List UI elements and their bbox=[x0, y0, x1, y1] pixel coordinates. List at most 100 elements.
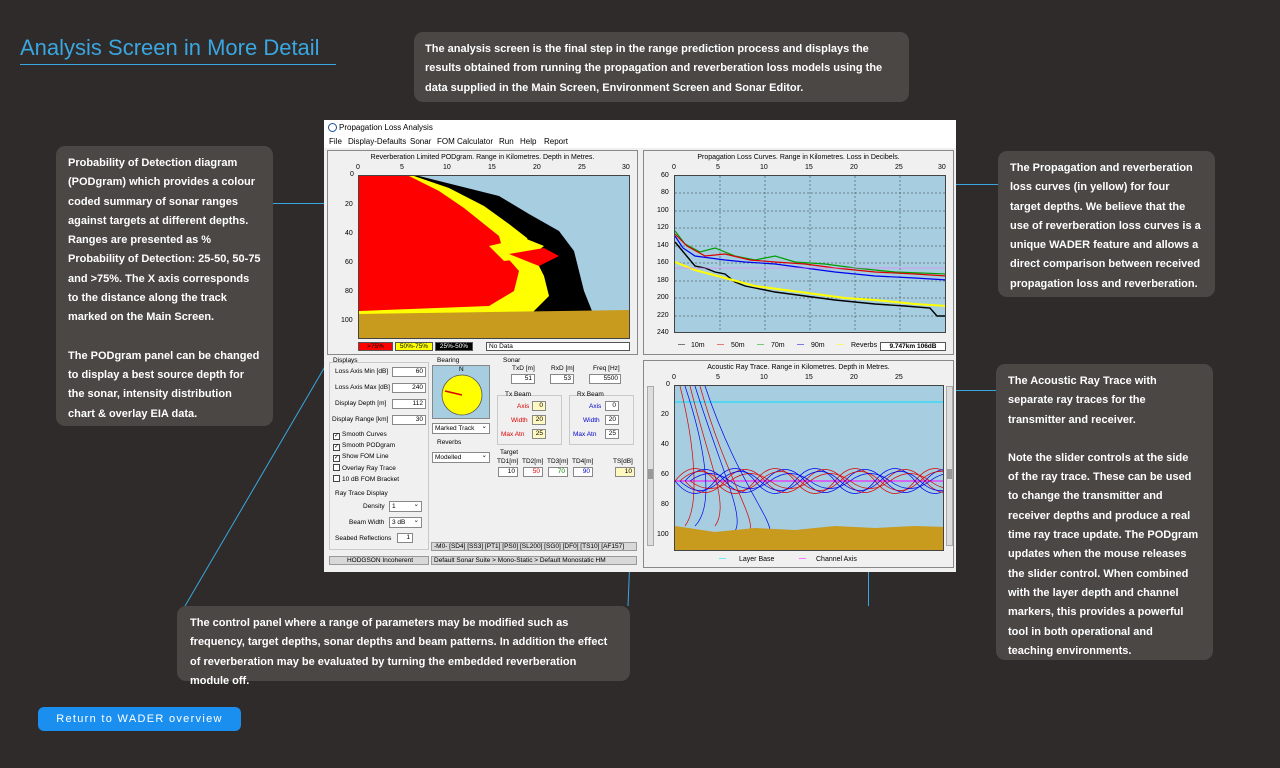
prop-y-tick: 180 bbox=[657, 277, 669, 284]
prop-legend-line-10m: — bbox=[678, 341, 685, 348]
smooth-podgram-checkbox[interactable]: ✓ Smooth PODgram bbox=[333, 442, 395, 451]
td2-field[interactable]: 50 bbox=[523, 467, 543, 477]
menu-display-defaults[interactable]: Display-Defaults bbox=[348, 137, 406, 146]
rx-width-field[interactable]: 20 bbox=[605, 415, 619, 425]
page-title: Analysis Screen in More Detail bbox=[20, 35, 336, 65]
tx-width-label: Width bbox=[511, 417, 528, 424]
tx-width-field[interactable]: 20 bbox=[532, 415, 546, 425]
freq-field[interactable]: 5500 bbox=[589, 374, 621, 384]
prop-y-tick: 100 bbox=[657, 207, 669, 214]
prop-y-tick: 160 bbox=[657, 259, 669, 266]
podgram-image bbox=[359, 176, 629, 338]
beam-width-select[interactable]: 3 dB bbox=[389, 516, 422, 528]
tx-maxatn-field[interactable]: 25 bbox=[532, 429, 546, 439]
loss-max-field[interactable]: 240 bbox=[392, 383, 426, 393]
control-panel: Displays Loss Axis Min [dB] 60 Loss Axis… bbox=[327, 357, 640, 569]
rx-depth-slider[interactable] bbox=[946, 386, 953, 546]
td1-field[interactable]: 10 bbox=[498, 467, 518, 477]
rxd-field[interactable]: 53 bbox=[550, 374, 574, 384]
td4-field[interactable]: 90 bbox=[573, 467, 593, 477]
status-model: HODGSON Incoherent bbox=[329, 556, 429, 565]
rx-axis-field[interactable]: 0 bbox=[605, 401, 619, 411]
rx-depth-slider-thumb[interactable] bbox=[947, 469, 952, 479]
show-fom-line-checkbox[interactable]: ✓ Show FOM Line bbox=[333, 453, 389, 462]
disp-range-field[interactable]: 30 bbox=[392, 415, 426, 425]
menu-help[interactable]: Help bbox=[520, 137, 536, 146]
raytrace-callout-text: The Acoustic Ray Trace with separate ray… bbox=[1008, 375, 1157, 426]
checkbox-checked-icon: ✓ bbox=[333, 433, 340, 440]
txd-field[interactable]: 51 bbox=[511, 374, 535, 384]
podgram-callout-text-2: The PODgram panel can be changed to disp… bbox=[68, 349, 260, 420]
overlay-ray-trace-label: Overlay Ray Trace bbox=[342, 465, 396, 472]
podgram-legend-yellow: 50%-75% bbox=[395, 342, 433, 351]
podgram-legend-red: >75% bbox=[358, 342, 393, 351]
podgram-callout-text: Probability of Detection diagram (PODgra… bbox=[68, 157, 261, 324]
propagation-panel: Propagation Loss Curves. Range in Kilome… bbox=[643, 150, 954, 355]
td2-label: TD2[m] bbox=[522, 458, 544, 465]
tx-depth-slider-thumb[interactable] bbox=[648, 469, 653, 479]
menu-sonar[interactable]: Sonar bbox=[410, 137, 431, 146]
overlay-ray-trace-checkbox[interactable]: Overlay Ray Trace bbox=[333, 464, 396, 472]
raytrace-image bbox=[675, 386, 943, 550]
compass-north-label: N bbox=[459, 366, 464, 373]
checkbox-unchecked-icon bbox=[333, 475, 340, 482]
podgram-y-tick: 80 bbox=[345, 288, 353, 295]
menu-fom-calculator[interactable]: FOM Calculator bbox=[437, 137, 493, 146]
podgram-plot[interactable] bbox=[358, 175, 630, 339]
podgram-y-tick: 60 bbox=[345, 259, 353, 266]
podgram-x-tick: 5 bbox=[400, 164, 404, 171]
prop-x-tick: 20 bbox=[850, 164, 858, 171]
window-titlebar: Propagation Loss Analysis bbox=[324, 120, 956, 135]
rx-maxatn-field[interactable]: 25 bbox=[605, 429, 619, 439]
seabed-reflections-field[interactable]: 1 bbox=[397, 533, 413, 543]
propagation-callout-text: The Propagation and reverberation loss c… bbox=[1010, 162, 1201, 290]
podgram-no-data: No Data bbox=[486, 342, 630, 351]
propagation-plot[interactable] bbox=[674, 175, 946, 333]
propagation-title: Propagation Loss Curves. Range in Kilome… bbox=[697, 154, 900, 161]
loss-min-field[interactable]: 60 bbox=[392, 367, 426, 377]
rx-maxatn-label: Max Atn bbox=[573, 431, 597, 438]
td3-field[interactable]: 70 bbox=[548, 467, 568, 477]
podgram-callout: Probability of Detection diagram (PODgra… bbox=[56, 146, 273, 426]
ts-field[interactable]: 10 bbox=[615, 467, 635, 477]
tx-depth-slider[interactable] bbox=[647, 386, 654, 546]
menu-file[interactable]: File bbox=[329, 137, 342, 146]
bearing-compass[interactable]: N bbox=[432, 365, 490, 419]
prop-legend-line-90m: — bbox=[797, 341, 804, 348]
menu-run[interactable]: Run bbox=[499, 137, 514, 146]
prop-x-tick: 10 bbox=[760, 164, 768, 171]
density-select[interactable]: 1 bbox=[389, 500, 422, 512]
disp-depth-field[interactable]: 112 bbox=[392, 399, 426, 409]
podgram-y-tick: 40 bbox=[345, 230, 353, 237]
ray-y-tick: 60 bbox=[661, 471, 669, 478]
reverbs-title: Reverbs bbox=[437, 439, 462, 446]
menu-report[interactable]: Report bbox=[544, 137, 568, 146]
podgram-title: Reverberation Limited PODgram. Range in … bbox=[370, 154, 595, 161]
podgram-x-tick: 0 bbox=[356, 164, 360, 171]
prop-legend-line-70m: — bbox=[757, 341, 764, 348]
ray-x-tick: 0 bbox=[672, 374, 676, 381]
fom-bracket-checkbox[interactable]: 10 dB FOM Bracket bbox=[333, 475, 399, 483]
app-icon bbox=[328, 123, 337, 132]
raytrace-plot[interactable] bbox=[674, 385, 944, 551]
bearing-select[interactable]: Marked Track bbox=[432, 422, 490, 434]
ray-legend-layer-base: Layer Base bbox=[739, 556, 775, 563]
ray-legend-channel-axis: Channel Axis bbox=[816, 556, 857, 563]
rx-width-label: Width bbox=[583, 417, 600, 424]
tx-axis-field[interactable]: 0 bbox=[532, 401, 546, 411]
checkbox-checked-icon: ✓ bbox=[333, 444, 340, 451]
reverbs-select[interactable]: Modelled bbox=[432, 451, 490, 463]
propagation-loss-window: Propagation Loss Analysis File Display-D… bbox=[324, 120, 956, 572]
return-to-overview-button[interactable]: Return to WADER overview bbox=[38, 707, 241, 731]
tx-beam-title: Tx Beam bbox=[505, 391, 532, 398]
status-codes: -M0- [SD4] [SS3] [PT1] [PS0] [SL200] [SG… bbox=[431, 542, 637, 551]
ray-x-tick: 10 bbox=[760, 374, 768, 381]
propagation-curves bbox=[675, 176, 945, 332]
raytrace-leader-line bbox=[950, 390, 996, 391]
analysis-screen-text: The analysis screen is the final step in… bbox=[425, 43, 883, 94]
prop-legend-90m: 90m bbox=[811, 342, 825, 349]
status-sonar: Default Sonar Suite > Mono-Static > Defa… bbox=[431, 556, 637, 565]
analysis-screen-callout: The analysis screen is the final step in… bbox=[414, 32, 909, 102]
smooth-curves-checkbox[interactable]: ✓ Smooth Curves bbox=[333, 431, 387, 440]
ts-label: TS[dB] bbox=[613, 458, 633, 465]
